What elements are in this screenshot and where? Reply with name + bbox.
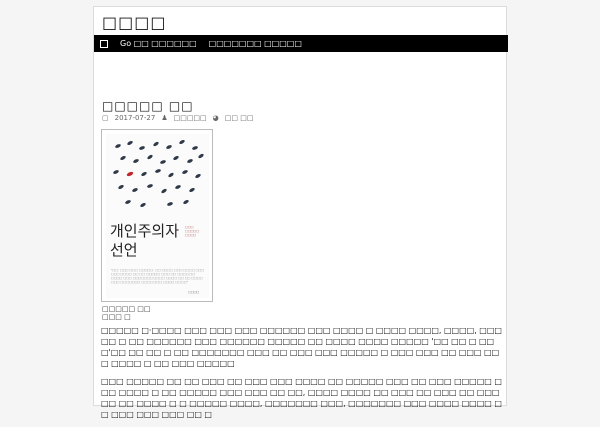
image-caption: □□□□□ □□ □□□ □ — [102, 305, 151, 321]
main-navigation: Go □□ □□□□□□ □□□□□□□ □□□□□ — [94, 35, 508, 52]
post-author[interactable]: □□□□□ — [174, 114, 207, 122]
book-title-line2: 선언 — [110, 241, 138, 259]
post-date[interactable]: 2017-07-27 — [115, 114, 156, 122]
comment-icon: ◕ — [212, 114, 219, 122]
page-container: □□□□ Go □□ □□□□□□ □□□□□□□ □□□□□ □□□□□ □□… — [93, 6, 508, 419]
book-title-line1: 개인주의자 — [110, 222, 180, 240]
post-comments[interactable]: □□ □□ — [225, 114, 254, 122]
caption-line2: □□□ □ — [102, 313, 131, 321]
post-meta: ▢ 2017-07-27 ♟ □□□□□ ◕ □□ □□ — [102, 114, 253, 122]
site-title[interactable]: □□□□ — [102, 13, 166, 32]
user-icon: ♟ — [161, 114, 168, 122]
caption-line1: □□□□□ □□ — [102, 305, 151, 313]
book-cover: 개인주의자 선언 □□□ □□□□□ □□□□ "□□: □□□ □□□ □□□… — [106, 134, 209, 298]
book-publisher: □□□□ — [188, 290, 200, 294]
book-title: 개인주의자 선언 — [110, 222, 179, 260]
nav-item-2[interactable]: □□□□□□□ □□□□□ — [209, 39, 302, 48]
post-title[interactable]: □□□□□ □□ — [102, 99, 194, 113]
nav-item-1[interactable]: Go □□ □□□□□□ — [120, 39, 197, 48]
book-cover-image: 개인주의자 선언 □□□ □□□□□ □□□□ "□□: □□□ □□□ □□□… — [101, 129, 213, 302]
book-cover-illustration — [113, 139, 204, 208]
body-paragraph-2: □□□ □□□□□ □□ □□ □□□ □□ □□□ □□□ □□□□ □□ □… — [101, 377, 502, 419]
home-icon[interactable] — [100, 39, 108, 48]
post-body: □□□□□ □·□□□□ □□□ □□□ □□□ □□□□□□ □□□ □□□□… — [101, 325, 505, 427]
book-tag: □□□ □□□□□ □□□□ — [185, 225, 200, 237]
calendar-icon: ▢ — [102, 114, 109, 122]
book-quote: "□□: □□□ □□□ □□□□□. □□ □□□□ □□□ □□□□ □□□… — [111, 268, 205, 284]
body-paragraph-1: □□□□□ □·□□□□ □□□ □□□ □□□ □□□□□□ □□□ □□□□… — [101, 326, 502, 368]
